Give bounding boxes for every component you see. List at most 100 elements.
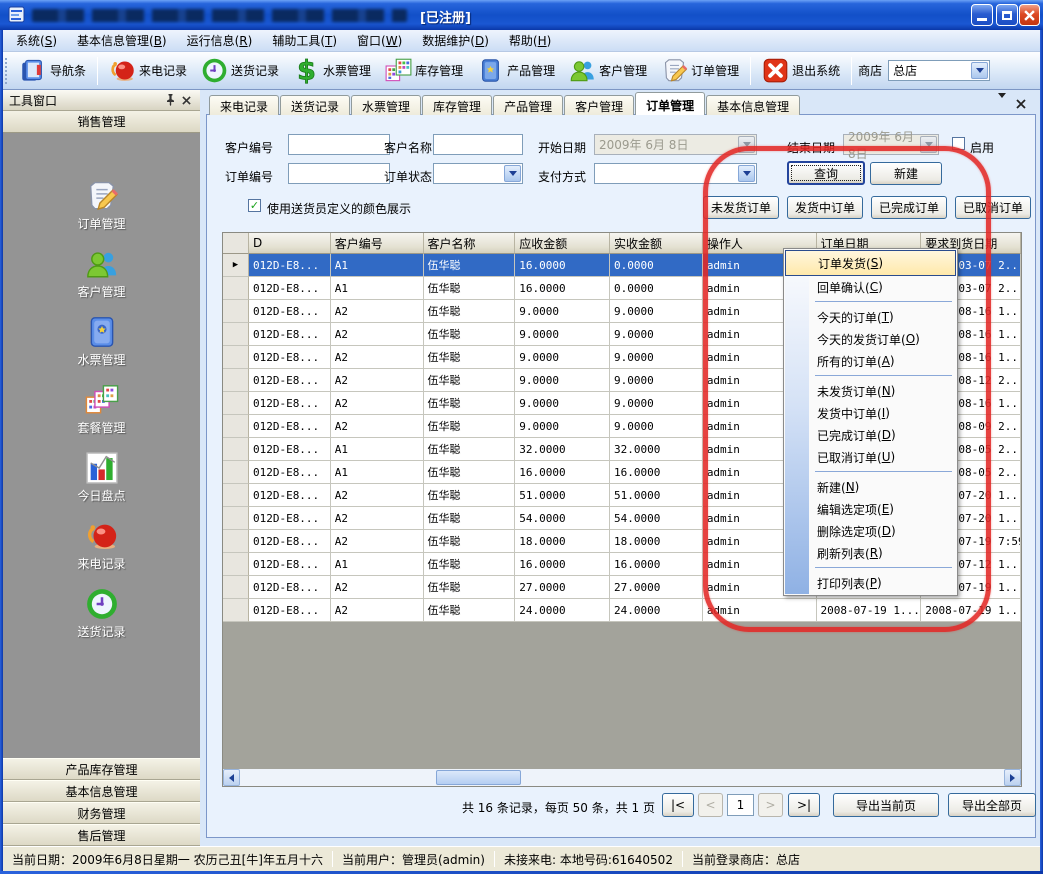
context-menu-item-2[interactable]: 回单确认(C): [785, 276, 956, 298]
cell-receivable: 51.0000: [515, 484, 610, 507]
toolbar-button-5[interactable]: 库存管理: [378, 54, 470, 87]
context-menu-item-14[interactable]: 编辑选定项(E): [785, 498, 956, 520]
chart-bars-icon: [85, 451, 119, 485]
sidebar-group-3[interactable]: 财务管理: [3, 802, 200, 824]
tab-2[interactable]: 送货记录: [280, 95, 350, 115]
delivery-color-checkbox[interactable]: ✓: [248, 199, 261, 212]
menubar-item-3[interactable]: 运行信息(R): [177, 29, 263, 52]
tab-3[interactable]: 水票管理: [351, 95, 421, 115]
tab-close-icon[interactable]: [1016, 98, 1026, 112]
sidebar-group-2[interactable]: 基本信息管理: [3, 780, 200, 802]
cell-customer_name: 伍华聪: [424, 300, 516, 323]
column-header-id[interactable]: D: [249, 233, 331, 254]
pay-method-combobox[interactable]: [594, 163, 757, 184]
context-menu-item-1[interactable]: 订单发货(S): [785, 250, 956, 276]
toolbar-button-3[interactable]: 送货记录: [194, 54, 286, 87]
cell-customer_code: A2: [331, 507, 424, 530]
tab-4[interactable]: 库存管理: [422, 95, 492, 115]
tab-8[interactable]: 基本信息管理: [706, 95, 800, 115]
customer-name-input[interactable]: [433, 134, 523, 155]
status-filter-button-2[interactable]: 发货中订单: [787, 196, 863, 219]
sidebar-item-5[interactable]: 今日盘点: [42, 451, 162, 504]
chevron-down-icon[interactable]: [504, 165, 521, 182]
sidebar-group-1[interactable]: 产品库存管理: [3, 758, 200, 780]
shop-combobox[interactable]: 总店: [888, 60, 990, 81]
context-menu-item-13[interactable]: 新建(N): [785, 476, 956, 498]
toolbar-button-2[interactable]: 来电记录: [102, 54, 194, 87]
sidebar-group-4[interactable]: 售后管理: [3, 824, 200, 846]
sidebar-item-7[interactable]: 送货记录: [42, 587, 162, 640]
status-filter-button-1[interactable]: 未发货订单: [703, 196, 779, 219]
first-page-button[interactable]: |<: [662, 793, 694, 817]
query-button[interactable]: 查询: [787, 161, 865, 185]
column-header-customer_name[interactable]: 客户名称: [424, 233, 516, 254]
context-menu-item-6[interactable]: 所有的订单(A): [785, 350, 956, 372]
tab-scroll-down-icon[interactable]: [998, 98, 1006, 112]
cell-customer_code: A2: [331, 415, 424, 438]
context-menu-item-11[interactable]: 已取消订单(U): [785, 446, 956, 468]
scroll-right-icon[interactable]: [1004, 769, 1021, 786]
sidebar-item-3[interactable]: 水票管理: [42, 315, 162, 368]
scroll-track[interactable]: [240, 769, 1021, 786]
column-header-received[interactable]: 实收金额: [610, 233, 703, 254]
enable-checkbox[interactable]: [952, 137, 965, 150]
tab-7[interactable]: 订单管理: [635, 92, 705, 115]
toolbar-grip[interactable]: [5, 58, 9, 84]
context-menu-item-15[interactable]: 删除选定项(D): [785, 520, 956, 542]
toolbar-button-7[interactable]: 客户管理: [562, 54, 654, 87]
toolbar-button-8[interactable]: 订单管理: [654, 54, 746, 87]
toolbar-button-9[interactable]: 退出系统: [755, 54, 847, 87]
status-filter-button-3[interactable]: 已完成订单: [871, 196, 947, 219]
close-button[interactable]: [1019, 4, 1040, 26]
customer-code-input[interactable]: [288, 134, 390, 155]
export-current-page-button[interactable]: 导出当前页: [833, 793, 939, 817]
new-button[interactable]: 新建: [870, 162, 942, 185]
menubar-item-1[interactable]: 系统(S): [6, 29, 67, 52]
context-menu-item-8[interactable]: 未发货订单(N): [785, 380, 956, 402]
order-code-label: 订单编号: [225, 168, 273, 184]
context-menu-item-10[interactable]: 已完成订单(D): [785, 424, 956, 446]
pin-icon[interactable]: [162, 93, 178, 108]
cell-customer_code: A2: [331, 392, 424, 415]
sidebar-item-6[interactable]: 来电记录: [42, 519, 162, 572]
close-icon[interactable]: [178, 93, 194, 108]
page-number-input[interactable]: [727, 794, 754, 816]
toolbar-button-6[interactable]: 产品管理: [470, 54, 562, 87]
menubar-item-6[interactable]: 数据维护(D): [412, 29, 499, 52]
scroll-thumb[interactable]: [436, 770, 521, 785]
maximize-button[interactable]: [996, 4, 1018, 26]
menubar-item-7[interactable]: 帮助(H): [499, 29, 561, 52]
status-filter-button-4[interactable]: 已取消订单: [955, 196, 1031, 219]
horizontal-scrollbar[interactable]: [223, 769, 1021, 786]
export-all-pages-button[interactable]: 导出全部页: [948, 793, 1036, 817]
context-menu-item-16[interactable]: 刷新列表(R): [785, 542, 956, 564]
column-header-receivable[interactable]: 应收金额: [515, 233, 610, 254]
sidebar-item-1[interactable]: 订单管理: [42, 179, 162, 232]
scroll-left-icon[interactable]: [223, 769, 240, 786]
context-menu-item-9[interactable]: 发货中订单(I): [785, 402, 956, 424]
tab-1[interactable]: 来电记录: [209, 95, 279, 115]
toolbar-button-1[interactable]: 导航条: [13, 54, 93, 87]
table-row[interactable]: 012D-E8...A2伍华聪24.000024.0000admin2008-0…: [223, 599, 1021, 622]
menubar-item-5[interactable]: 窗口(W): [347, 29, 412, 52]
toolbar-button-4[interactable]: $水票管理: [286, 54, 378, 87]
chevron-down-icon[interactable]: [971, 62, 988, 79]
tab-6[interactable]: 客户管理: [564, 95, 634, 115]
sidebar-item-2[interactable]: 客户管理: [42, 247, 162, 300]
minimize-button[interactable]: [971, 4, 993, 26]
context-menu-item-4[interactable]: 今天的订单(T): [785, 306, 956, 328]
cell-received: 9.0000: [610, 300, 703, 323]
context-menu-item-18[interactable]: 打印列表(P): [785, 572, 956, 594]
order-code-input[interactable]: [288, 163, 390, 184]
sidebar-item-4[interactable]: 套餐管理: [42, 383, 162, 436]
menubar-item-2[interactable]: 基本信息管理(B): [67, 29, 177, 52]
context-menu-item-5[interactable]: 今天的发货订单(O): [785, 328, 956, 350]
menubar-item-4[interactable]: 辅助工具(T): [262, 29, 347, 52]
order-status-combobox[interactable]: [433, 163, 523, 184]
sidebar-group-sales[interactable]: 销售管理: [3, 111, 200, 133]
tab-5[interactable]: 产品管理: [493, 95, 563, 115]
chevron-down-icon[interactable]: [738, 165, 755, 182]
toolbar-button-label: 送货记录: [231, 62, 279, 79]
last-page-button[interactable]: >|: [788, 793, 820, 817]
column-header-customer_code[interactable]: 客户编号: [331, 233, 424, 254]
